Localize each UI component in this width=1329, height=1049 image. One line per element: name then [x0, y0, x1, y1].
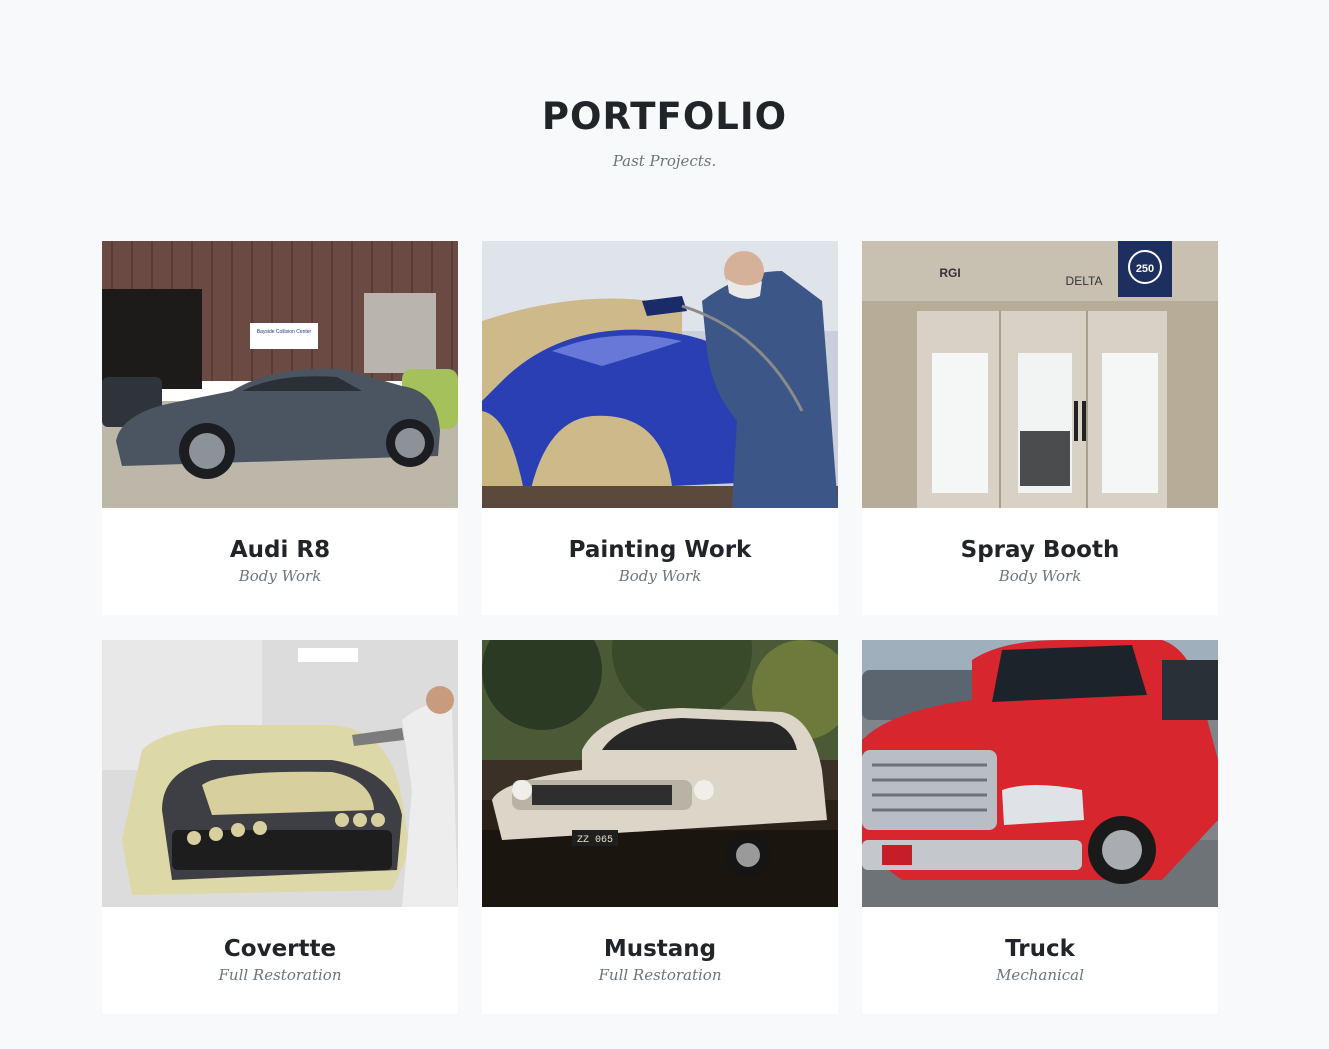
portfolio-caption: Truck Mechanical [862, 907, 1218, 1014]
section-title: PORTFOLIO [541, 95, 788, 138]
booth-brand: DELTA [1066, 274, 1103, 288]
portfolio-item-title: Spray Booth [960, 537, 1120, 563]
portfolio-item-title: Audi R8 [229, 537, 331, 563]
portfolio-caption: Spray Booth Body Work [862, 508, 1218, 615]
portfolio-image-audi-r8: Bayside Collision Center [102, 241, 458, 508]
portfolio-item-painting-work[interactable]: Painting Work Body Work [482, 241, 838, 615]
booth-logo: RGI [939, 266, 960, 280]
portfolio-caption: Mustang Full Restoration [482, 907, 838, 1014]
portfolio-image-spray-booth: 250 DELTA RGI [862, 241, 1218, 508]
portfolio-image-mustang: ZZ 065 [482, 640, 838, 907]
portfolio-item-title: Painting Work [568, 537, 752, 563]
portfolio-image-truck [862, 640, 1218, 907]
portfolio-image-painting-work [482, 241, 838, 508]
portfolio-item-category: Body Work [618, 567, 702, 585]
portfolio-image-covertte [102, 640, 458, 907]
portfolio-caption: Audi R8 Body Work [102, 508, 458, 615]
portfolio-item-category: Full Restoration [598, 966, 722, 984]
portfolio-item-spray-booth[interactable]: 250 DELTA RGI Spray Booth Body Work [862, 241, 1218, 615]
booth-model: 250 [1136, 263, 1154, 275]
section-subtitle: Past Projects. [612, 152, 717, 170]
portfolio-item-title: Covertte [223, 936, 337, 962]
portfolio-item-mustang[interactable]: ZZ 065 Mustang Full Restoration [482, 640, 838, 1014]
portfolio-item-covertte[interactable]: Covertte Full Restoration [102, 640, 458, 1014]
portfolio-item-category: Body Work [238, 567, 322, 585]
portfolio-header: PORTFOLIO Past Projects. [0, 94, 1329, 170]
portfolio-caption: Painting Work Body Work [482, 508, 838, 615]
portfolio-item-category: Body Work [998, 567, 1082, 585]
portfolio-item-category: Full Restoration [218, 966, 342, 984]
shop-sign: Bayside Collision Center [257, 329, 312, 335]
portfolio-item-truck[interactable]: Truck Mechanical [862, 640, 1218, 1014]
license-plate: ZZ 065 [577, 835, 613, 846]
portfolio-grid: Bayside Collision Center Audi R8 Body Wo… [102, 241, 1218, 1014]
portfolio-item-audi-r8[interactable]: Bayside Collision Center Audi R8 Body Wo… [102, 241, 458, 615]
portfolio-item-category: Mechanical [996, 966, 1084, 984]
portfolio-caption: Covertte Full Restoration [102, 907, 458, 1014]
portfolio-item-title: Mustang [603, 936, 717, 962]
portfolio-item-title: Truck [1005, 936, 1075, 962]
